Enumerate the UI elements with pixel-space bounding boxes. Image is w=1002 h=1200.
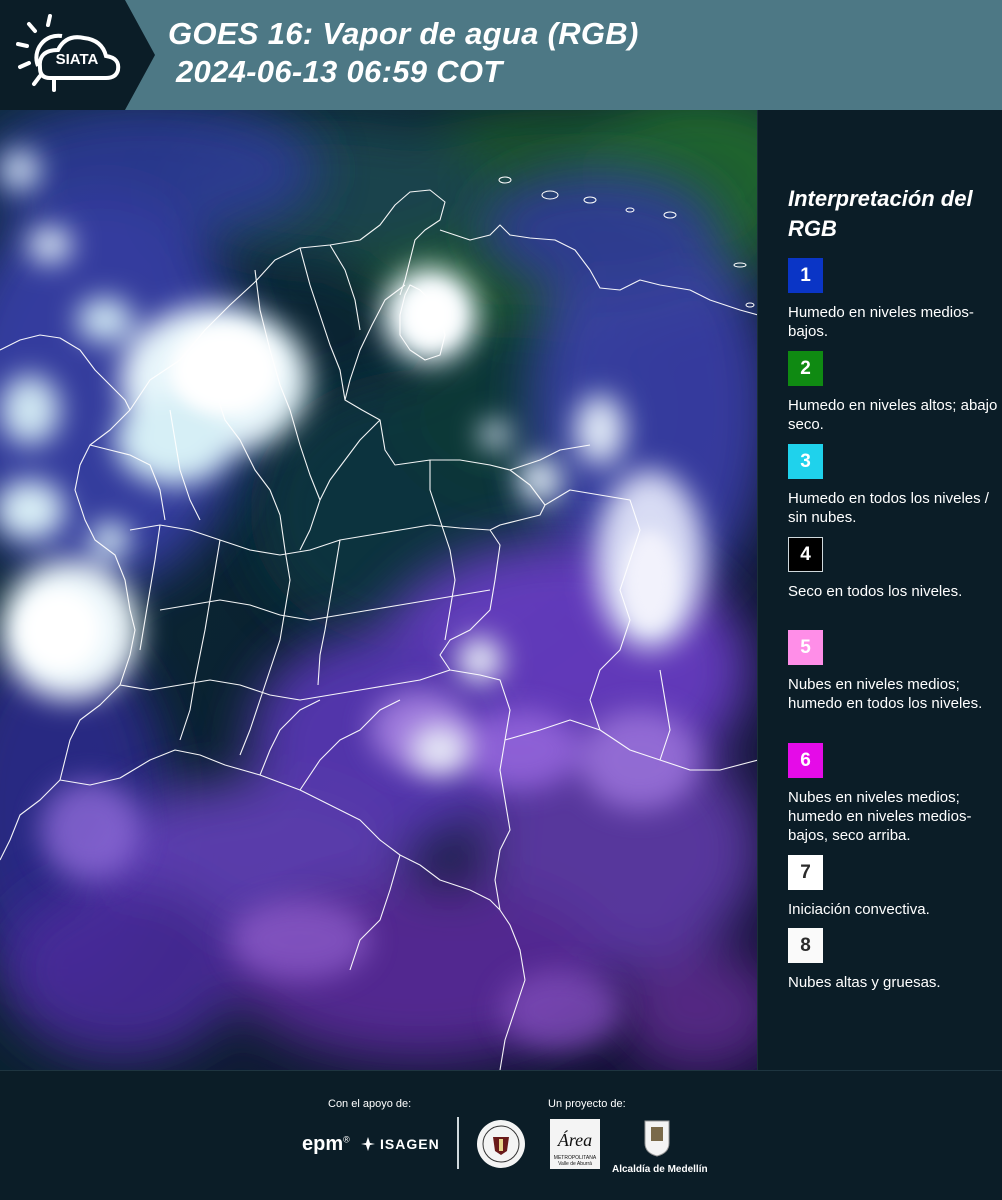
legend-swatch-3: 3 <box>788 444 823 479</box>
medellin-shield-icon <box>644 1120 670 1157</box>
epm-registered-mark: ® <box>343 1134 350 1145</box>
legend-item-2: 2 Humedo en niveles altos; abajo seco. <box>788 351 998 434</box>
university-seal-logo <box>477 1120 525 1168</box>
area-metropolitana-text: METROPOLITANA Valle de Aburrá <box>553 1155 597 1167</box>
epm-logo-text: epm <box>302 1133 344 1155</box>
rgb-legend: Interpretación del RGB 1 Humedo en nivel… <box>770 110 1002 1070</box>
isagen-logo: ISAGEN <box>360 1136 440 1152</box>
footer-divider <box>457 1117 459 1169</box>
satellite-image <box>0 110 757 1070</box>
isagen-mark-icon <box>361 1137 375 1151</box>
legend-item-1: 1 Humedo en niveles medios-bajos. <box>788 258 998 341</box>
legend-swatch-1: 1 <box>788 258 823 293</box>
legend-item-3: 3 Humedo en todos los niveles / sin nube… <box>788 444 998 527</box>
page-title: GOES 16: Vapor de agua (RGB) <box>168 16 639 51</box>
header-bar: SIATA GOES 16: Vapor de agua (RGB) 2024-… <box>0 0 1002 110</box>
siata-logo: SIATA <box>16 14 121 92</box>
legend-item-8: 8 Nubes altas y gruesas. <box>788 928 998 992</box>
legend-item-7: 7 Iniciación convectiva. <box>788 855 998 919</box>
legend-swatch-2: 2 <box>788 351 823 386</box>
siata-logo-text: SIATA <box>56 51 99 68</box>
support-label: Con el apoyo de: <box>328 1098 412 1110</box>
satellite-map[interactable] <box>0 110 758 1070</box>
legend-item-4: 4 Seco en todos los niveles. <box>788 537 998 601</box>
legend-swatch-8: 8 <box>788 928 823 963</box>
legend-desc-2: Humedo en niveles altos; abajo seco. <box>788 397 998 433</box>
legend-desc-1: Humedo en niveles medios-bajos. <box>788 304 974 340</box>
legend-desc-6: Nubes en niveles medios; humedo en nivel… <box>788 789 972 844</box>
alcaldia-medellin-text: Alcaldía de Medellín <box>612 1164 708 1175</box>
page: SIATA GOES 16: Vapor de agua (RGB) 2024-… <box>0 0 1002 1200</box>
legend-swatch-4: 4 <box>788 537 823 572</box>
footer: Con el apoyo de: Un proyecto de: epm® IS… <box>0 1070 1002 1200</box>
legend-item-5: 5 Nubes en niveles medios; humedo en tod… <box>788 630 998 713</box>
legend-desc-8: Nubes altas y gruesas. <box>788 974 941 991</box>
legend-desc-5: Nubes en niveles medios; humedo en todos… <box>788 676 983 712</box>
legend-item-6: 6 Nubes en niveles medios; humedo en niv… <box>788 743 998 845</box>
legend-desc-4: Seco en todos los niveles. <box>788 583 963 600</box>
project-label: Un proyecto de: <box>548 1098 626 1110</box>
area-metropolitana-script-icon: Área <box>557 1129 592 1150</box>
legend-desc-3: Humedo en todos los niveles / sin nubes. <box>788 490 989 526</box>
area-metropolitana-script: Área <box>557 1129 592 1150</box>
legend-swatch-7: 7 <box>788 855 823 890</box>
legend-desc-7: Iniciación convectiva. <box>788 901 930 918</box>
siata-logo-block: SIATA <box>0 0 155 110</box>
legend-title: Interpretación del RGB <box>788 186 973 241</box>
alcaldia-medellin-logo: Alcaldía de Medellín <box>612 1119 708 1175</box>
page-timestamp: 2024-06-13 06:59 COT <box>176 54 503 89</box>
epm-logo: epm® <box>302 1133 350 1156</box>
legend-swatch-5: 5 <box>788 630 823 665</box>
legend-swatch-6: 6 <box>788 743 823 778</box>
isagen-logo-text: ISAGEN <box>380 1136 440 1152</box>
